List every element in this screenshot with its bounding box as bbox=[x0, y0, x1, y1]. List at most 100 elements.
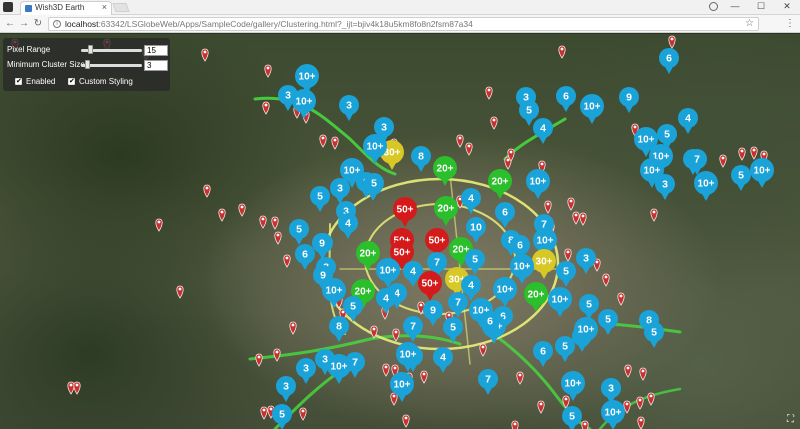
cluster-marker[interactable]: 10+ bbox=[548, 287, 572, 317]
cluster-marker[interactable]: 8 bbox=[411, 146, 431, 172]
cluster-marker[interactable]: 5 bbox=[644, 322, 664, 348]
map-pin-icon[interactable] bbox=[331, 136, 339, 150]
cluster-marker[interactable]: 5 bbox=[579, 294, 599, 320]
map-pin-icon[interactable] bbox=[579, 212, 587, 226]
map-pin-icon[interactable] bbox=[289, 321, 297, 335]
cluster-marker[interactable]: 5 bbox=[562, 406, 582, 429]
minimize-button[interactable]: — bbox=[722, 0, 748, 14]
map-pin-icon[interactable] bbox=[319, 134, 327, 148]
cluster-marker[interactable]: 3 bbox=[655, 174, 675, 200]
cluster-marker[interactable]: 8 bbox=[329, 316, 349, 342]
map-pin-icon[interactable] bbox=[511, 420, 519, 429]
map-pin-icon[interactable] bbox=[260, 406, 268, 420]
map-pin-icon[interactable] bbox=[465, 142, 473, 156]
cluster-marker[interactable]: 7 bbox=[478, 369, 498, 395]
custom-styling-checkbox[interactable]: ✔ bbox=[68, 78, 75, 85]
cluster-marker[interactable]: 7 bbox=[687, 149, 707, 175]
map-pin-icon[interactable] bbox=[402, 414, 410, 428]
map-pin-icon[interactable] bbox=[581, 420, 589, 429]
map-pin-icon[interactable] bbox=[155, 218, 163, 232]
map-pin-icon[interactable] bbox=[516, 371, 524, 385]
map-pin-icon[interactable] bbox=[624, 364, 632, 378]
cluster-marker[interactable]: 10+ bbox=[493, 277, 517, 307]
cluster-marker[interactable]: 6 bbox=[295, 244, 315, 270]
cluster-marker[interactable]: 50+ bbox=[418, 271, 442, 301]
map-pin-icon[interactable] bbox=[262, 101, 270, 115]
map-pin-icon[interactable] bbox=[390, 392, 398, 406]
cluster-marker[interactable]: 5 bbox=[310, 186, 330, 212]
cluster-marker[interactable]: 9 bbox=[619, 87, 639, 113]
map-pin-icon[interactable] bbox=[271, 216, 279, 230]
map-pin-icon[interactable] bbox=[544, 200, 552, 214]
map-pin-icon[interactable] bbox=[567, 197, 575, 211]
map-pin-icon[interactable] bbox=[617, 292, 625, 306]
cluster-marker[interactable]: 5 bbox=[731, 165, 751, 191]
cluster-marker[interactable]: 20+ bbox=[524, 282, 548, 312]
enabled-checkbox[interactable]: ✔ bbox=[15, 78, 22, 85]
cluster-marker[interactable]: 6 bbox=[533, 341, 553, 367]
forward-icon[interactable]: → bbox=[17, 17, 31, 31]
map-pin-icon[interactable] bbox=[273, 348, 281, 362]
cluster-marker[interactable]: 20+ bbox=[356, 241, 380, 271]
cluster-marker[interactable]: 9 bbox=[423, 300, 443, 326]
map-pin-icon[interactable] bbox=[572, 211, 580, 225]
map-pin-icon[interactable] bbox=[650, 208, 658, 222]
map-pin-icon[interactable] bbox=[738, 147, 746, 161]
fullscreen-icon[interactable]: ⛶ bbox=[785, 414, 796, 425]
cluster-marker[interactable]: 20+ bbox=[433, 156, 457, 186]
cluster-marker[interactable]: 10+ bbox=[322, 278, 346, 308]
cluster-marker[interactable]: 10 bbox=[466, 217, 486, 243]
map-pin-icon[interactable] bbox=[637, 416, 645, 429]
map-pin-icon[interactable] bbox=[259, 215, 267, 229]
map-pin-icon[interactable] bbox=[479, 343, 487, 357]
cluster-marker[interactable]: 30+ bbox=[532, 249, 556, 279]
close-window-button[interactable]: ✕ bbox=[774, 0, 800, 14]
close-tab-icon[interactable]: × bbox=[102, 2, 107, 12]
map-pin-icon[interactable] bbox=[602, 273, 610, 287]
map-pin-icon[interactable] bbox=[274, 231, 282, 245]
cluster-marker[interactable]: 4 bbox=[433, 347, 453, 373]
min-cluster-size-slider[interactable] bbox=[81, 64, 142, 67]
cluster-marker[interactable]: 5 bbox=[272, 404, 292, 429]
address-bar[interactable]: i localhost:63342/LSGlobeWeb/Apps/Sample… bbox=[48, 17, 759, 31]
cluster-marker[interactable]: 3 bbox=[601, 378, 621, 404]
cluster-marker[interactable]: 4 bbox=[678, 108, 698, 134]
tab-active[interactable]: Wish3D Earth × bbox=[20, 1, 112, 15]
cluster-marker[interactable]: 5 bbox=[555, 336, 575, 362]
cluster-marker[interactable]: 4 bbox=[376, 288, 396, 314]
map-viewport[interactable]: 10+ 3 10+ 3 6 10+ 3 30+ 8 9 6 10+ 10+ 20+ 20+ 10+ 4 50+ 20… bbox=[0, 34, 800, 429]
map-pin-icon[interactable] bbox=[73, 381, 81, 395]
reload-icon[interactable]: ↻ bbox=[31, 17, 45, 31]
cluster-marker[interactable]: 6 bbox=[659, 48, 679, 74]
map-pin-icon[interactable] bbox=[490, 116, 498, 130]
map-pin-icon[interactable] bbox=[639, 367, 647, 381]
map-pin-icon[interactable] bbox=[647, 392, 655, 406]
min-cluster-size-input[interactable]: 3 bbox=[144, 60, 168, 71]
profile-icon[interactable] bbox=[709, 2, 718, 11]
map-pin-icon[interactable] bbox=[283, 254, 291, 268]
pixel-range-input[interactable]: 15 bbox=[144, 45, 168, 56]
cluster-marker[interactable]: 10+ bbox=[694, 171, 718, 201]
cluster-marker[interactable]: 10+ bbox=[396, 342, 420, 372]
map-pin-icon[interactable] bbox=[558, 45, 566, 59]
back-icon[interactable]: ← bbox=[3, 17, 17, 31]
map-pin-icon[interactable] bbox=[255, 353, 263, 367]
map-pin-icon[interactable] bbox=[537, 400, 545, 414]
new-tab-button[interactable] bbox=[112, 3, 130, 12]
cluster-marker[interactable]: 5 bbox=[343, 296, 363, 322]
map-pin-icon[interactable] bbox=[485, 86, 493, 100]
info-icon[interactable]: i bbox=[53, 20, 61, 28]
cluster-marker[interactable]: 10+ bbox=[510, 254, 534, 284]
map-pin-icon[interactable] bbox=[201, 48, 209, 62]
map-pin-icon[interactable] bbox=[218, 208, 226, 222]
cluster-marker[interactable]: 3 bbox=[330, 178, 350, 204]
map-pin-icon[interactable] bbox=[668, 35, 676, 49]
star-icon[interactable]: ☆ bbox=[745, 18, 754, 29]
cluster-marker[interactable]: 5 bbox=[465, 249, 485, 275]
map-pin-icon[interactable] bbox=[392, 328, 400, 342]
cluster-marker[interactable]: 6 bbox=[556, 86, 576, 112]
map-pin-icon[interactable] bbox=[750, 146, 758, 160]
map-pin-icon[interactable] bbox=[564, 248, 572, 262]
map-pin-icon[interactable] bbox=[203, 184, 211, 198]
cluster-marker[interactable]: 4 bbox=[533, 118, 553, 144]
